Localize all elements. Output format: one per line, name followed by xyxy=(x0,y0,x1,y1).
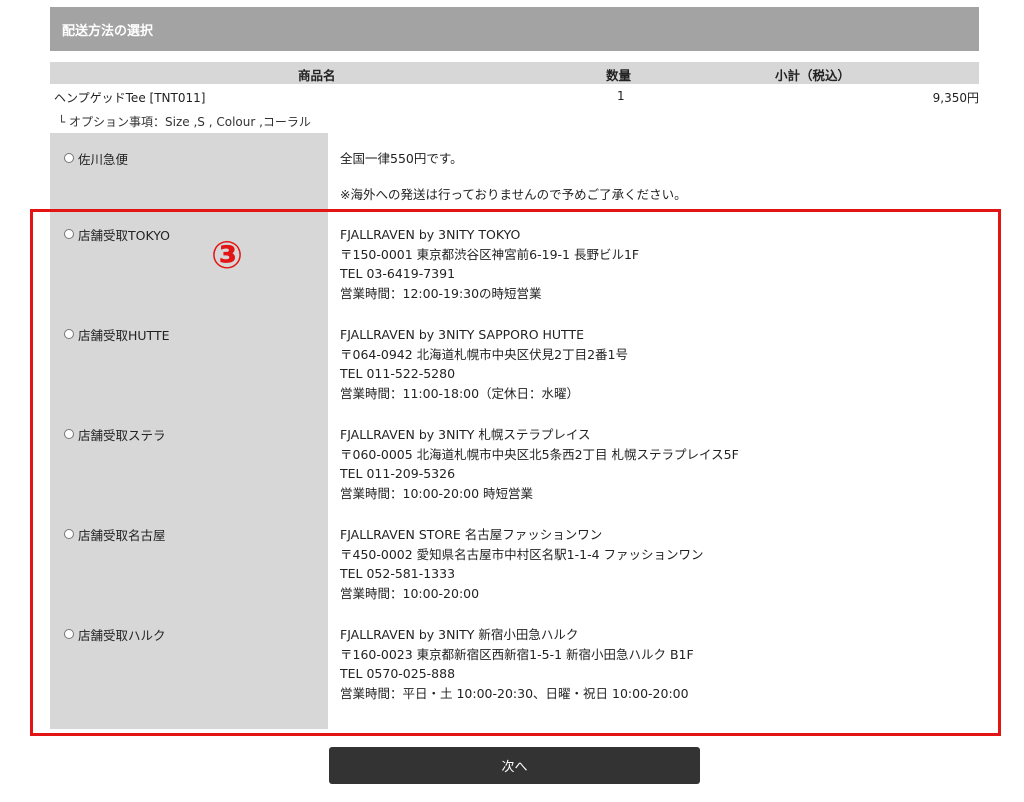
shipping-method-description: FJALLRAVEN by 3NITY TOKYO 〒150-0001 東京都渋谷… xyxy=(328,209,639,309)
shipping-method-list: 佐川急便 全国一律550円です。 ※海外への発送は行っておりませんので予めご了承くだ… xyxy=(50,133,979,729)
shipping-method-label[interactable]: 佐川急便 xyxy=(78,149,128,168)
shipping-method-radio[interactable] xyxy=(64,629,74,639)
shipping-method-radio[interactable] xyxy=(64,529,74,539)
product-name-header: 商品名 xyxy=(298,68,336,83)
shipping-method-row: 店舗受取ステラ FJALLRAVEN by 3NITY 札幌ステラプレイス〒060… xyxy=(50,409,979,509)
description-line: FJALLRAVEN by 3NITY 新宿小田急ハルク xyxy=(340,627,579,642)
table-row: ヘンプゲッドTee [TNT011] 1 9,350円 xyxy=(50,89,979,109)
shipping-method-label[interactable]: 店舗受取名古屋 xyxy=(78,525,166,544)
shipping-method-row: 店舗受取名古屋 FJALLRAVEN STORE 名古屋ファッションワン〒450-… xyxy=(50,509,979,609)
shipping-method-label-cell: 店舗受取名古屋 xyxy=(50,509,328,609)
quantity-header: 数量 xyxy=(606,68,632,83)
description-line: TEL 011-522-5280 xyxy=(340,366,456,381)
description-line: 〒064-0942 北海道札幌市中央区伏見2丁目2番1号 xyxy=(340,346,629,362)
section-title: 配送方法の選択 xyxy=(50,7,979,51)
shipping-method-description: FJALLRAVEN by 3NITY 新宿小田急ハルク〒160-0023 東京… xyxy=(328,609,694,729)
description-line: 〒160-0023 東京都新宿区西新宿1-5-1 新宿小田急ハルク B1F xyxy=(340,646,694,662)
cart-table-header: 商品名 数量 小計（税込） xyxy=(50,62,979,84)
shipping-method-radio[interactable] xyxy=(64,229,74,239)
next-button[interactable]: 次へ xyxy=(329,747,700,784)
shipping-method-row: 佐川急便 全国一律550円です。 ※海外への発送は行っておりませんので予めご了承くだ… xyxy=(50,133,979,209)
shipping-method-label[interactable]: 店舗受取ステラ xyxy=(78,425,166,444)
shipping-method-description: FJALLRAVEN by 3NITY 札幌ステラプレイス〒060-0005 北… xyxy=(328,409,739,509)
description-line: TEL 011-209-5326 xyxy=(340,466,456,481)
description-line: TEL 03-6419-7391 xyxy=(340,266,456,281)
product-quantity: 1 xyxy=(617,89,625,103)
product-option: └ オプション事項：Size ,S , Colour ,コーラル xyxy=(58,115,311,129)
description-line: 〒150-0001 東京都渋谷区神宮前6-19-1 長野ビル1F xyxy=(340,246,640,262)
shipping-method-label-cell: 店舗受取TOKYO xyxy=(50,209,328,309)
description-line: 営業時間：10:00-20:00 xyxy=(340,585,480,601)
shipping-method-row: 店舗受取TOKYO FJALLRAVEN by 3NITY TOKYO 〒150-0… xyxy=(50,209,979,309)
description-line: FJALLRAVEN by 3NITY TOKYO xyxy=(340,227,521,242)
shipping-method-label[interactable]: 店舗受取HUTTE xyxy=(78,325,170,344)
description-line: 営業時間：12:00-19:30の時短営業 xyxy=(340,285,542,301)
shipping-method-radio[interactable] xyxy=(64,329,74,339)
shipping-method-label[interactable]: 店舗受取TOKYO xyxy=(78,225,170,244)
description-line: FJALLRAVEN by 3NITY SAPPORO HUTTE xyxy=(340,327,585,342)
description-line: 営業時間：平日・土 10:00-20:30、日曜・祝日 10:00-20:00 xyxy=(340,685,689,701)
description-line: TEL 052-581-1333 xyxy=(340,566,456,581)
description-line: FJALLRAVEN STORE 名古屋ファッションワン xyxy=(340,527,603,542)
description-line: 〒060-0005 北海道札幌市中央区北5条西2丁目 札幌ステラプレイス5F xyxy=(340,446,739,462)
annotation-number: ③ xyxy=(211,233,244,277)
shipping-method-label[interactable]: 店舗受取ハルク xyxy=(78,625,166,644)
shipping-method-label-cell: 店舗受取ステラ xyxy=(50,409,328,509)
shipping-method-radio[interactable] xyxy=(64,429,74,439)
description-line: 〒450-0002 愛知県名古屋市中村区名駅1-1-4 ファッションワン xyxy=(340,546,704,562)
description-line: ※海外への発送は行っておりませんので予めご了承ください。 xyxy=(340,186,687,202)
description-line: TEL 0570-025-888 xyxy=(340,666,456,681)
product-name: ヘンプゲッドTee [TNT011] xyxy=(54,91,206,105)
shipping-method-row: 店舗受取HUTTE FJALLRAVEN by 3NITY SAPPORO HUT… xyxy=(50,309,979,409)
shipping-method-label-cell: 店舗受取ハルク xyxy=(50,609,328,729)
shipping-method-label-cell: 店舗受取HUTTE xyxy=(50,309,328,409)
description-line: 営業時間：11:00-18:00（定休日：水曜） xyxy=(340,385,580,401)
shipping-method-label-cell: 佐川急便 xyxy=(50,133,328,209)
description-line: 営業時間：10:00-20:00 時短営業 xyxy=(340,485,534,501)
description-line: 全国一律550円です。 xyxy=(340,151,463,166)
shipping-method-description: FJALLRAVEN by 3NITY SAPPORO HUTTE 〒064-09… xyxy=(328,309,628,409)
shipping-method-radio[interactable] xyxy=(64,153,74,163)
shipping-method-row: 店舗受取ハルク FJALLRAVEN by 3NITY 新宿小田急ハルク〒160-… xyxy=(50,609,979,729)
shipping-method-description: 全国一律550円です。 ※海外への発送は行っておりませんので予めご了承ください。 xyxy=(328,133,687,209)
subtotal-header: 小計（税込） xyxy=(775,68,851,83)
product-subtotal: 9,350円 xyxy=(932,91,979,105)
description-line: FJALLRAVEN by 3NITY 札幌ステラプレイス xyxy=(340,427,591,442)
shipping-method-description: FJALLRAVEN STORE 名古屋ファッションワン〒450-0002 愛知… xyxy=(328,509,704,609)
